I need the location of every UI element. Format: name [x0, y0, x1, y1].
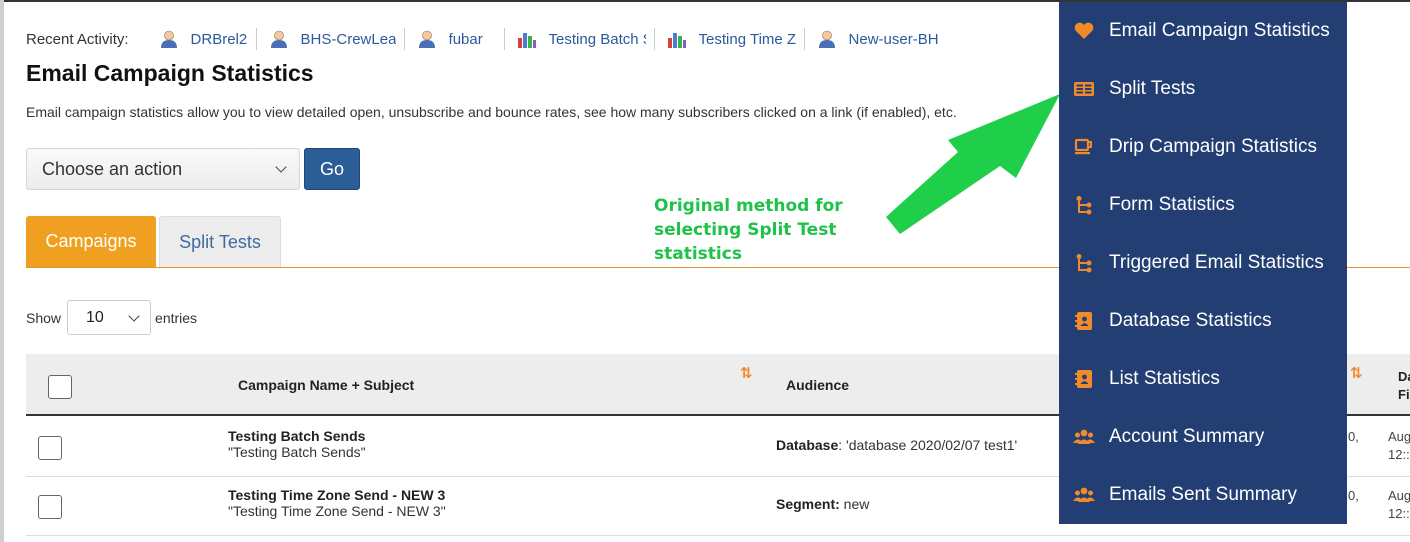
- header-date-partial[interactable]: Da Fi: [1398, 368, 1410, 404]
- campaign-subject: "Testing Batch Sends": [228, 444, 366, 460]
- users-icon: [1073, 429, 1095, 444]
- menu-item-label: Form Statistics: [1109, 194, 1235, 215]
- campaign-name: Testing Time Zone Send - NEW 3: [228, 487, 446, 503]
- recent-item-testing-time[interactable]: Testing Time Z: [667, 28, 805, 50]
- chevron-down-icon: [275, 161, 287, 173]
- row-date-line: Aug: [1388, 488, 1410, 503]
- audience-type: Segment:: [776, 496, 840, 512]
- recent-item-testing-batch[interactable]: Testing Batch S: [517, 28, 655, 50]
- recent-item-label: DRBrel2: [190, 30, 248, 48]
- users-icon: [1073, 487, 1095, 502]
- show-label: Show: [26, 309, 62, 326]
- entries-length-select[interactable]: 10: [67, 300, 152, 335]
- audience-cell: Database: 'database 2020/02/07 test1': [776, 437, 1017, 453]
- statistics-menu: Email Campaign Statistics Split Tests Dr…: [1059, 2, 1347, 524]
- flow-icon: [1076, 254, 1092, 273]
- row-date-line: Aug: [1388, 429, 1410, 444]
- entries-label: entries: [155, 309, 198, 326]
- tab-campaigns[interactable]: Campaigns: [26, 216, 156, 267]
- bar-chart-icon: [517, 33, 536, 48]
- menu-item-database-statistics[interactable]: Database Statistics: [1059, 292, 1347, 350]
- annotation-arrow-icon: [886, 94, 1060, 234]
- header-campaign-name[interactable]: Campaign Name + Subject: [238, 377, 414, 393]
- menu-item-list-statistics[interactable]: List Statistics: [1059, 350, 1347, 408]
- row-date-line: 12::: [1388, 447, 1410, 462]
- menu-item-label: Account Summary: [1109, 426, 1265, 447]
- menu-item-label: Emails Sent Summary: [1109, 484, 1297, 505]
- row-tail-a: 0,: [1348, 429, 1359, 444]
- audience-type: Database: [776, 437, 839, 453]
- campaign-cell[interactable]: Testing Batch Sends "Testing Batch Sends…: [228, 428, 366, 460]
- menu-item-label: Drip Campaign Statistics: [1109, 136, 1318, 157]
- bar-chart-icon: [667, 33, 686, 48]
- menu-item-email-campaign-statistics[interactable]: Email Campaign Statistics: [1059, 2, 1347, 60]
- annotation-line: Original method for: [654, 196, 843, 216]
- menu-item-label: Email Campaign Statistics: [1109, 20, 1330, 41]
- menu-item-form-statistics[interactable]: Form Statistics: [1059, 176, 1347, 234]
- header-date-line: Fi: [1398, 387, 1410, 402]
- menu-item-drip-campaign-statistics[interactable]: Drip Campaign Statistics: [1059, 118, 1347, 176]
- action-select[interactable]: Choose an action: [26, 148, 300, 190]
- header-date-line: Da: [1398, 369, 1410, 384]
- user-icon: [270, 30, 287, 48]
- campaign-subject: "Testing Time Zone Send - NEW 3": [228, 503, 446, 519]
- left-border: [0, 0, 4, 542]
- row-date: Aug 12::: [1388, 487, 1410, 523]
- menu-item-label: Database Statistics: [1109, 310, 1272, 331]
- page-title: Email Campaign Statistics: [26, 60, 314, 86]
- recent-item-drbrel2[interactable]: DRBrel2: [159, 28, 257, 50]
- menu-item-account-summary[interactable]: Account Summary: [1059, 408, 1347, 466]
- recent-item-new-user[interactable]: New-user-BHS: [817, 28, 947, 50]
- campaign-name: Testing Batch Sends: [228, 428, 366, 444]
- row-tail-a: 0,: [1348, 488, 1359, 503]
- annotation-line: statistics: [654, 244, 742, 264]
- recent-item-bhs-crewlead[interactable]: BHS-CrewLeac: [269, 28, 405, 50]
- menu-item-label: Split Tests: [1109, 78, 1196, 99]
- row-checkbox[interactable]: [38, 436, 62, 460]
- recent-item-label: New-user-BHS: [848, 30, 939, 48]
- recent-item-label: Testing Time Z: [698, 30, 796, 48]
- row-checkbox[interactable]: [38, 495, 62, 519]
- select-all-checkbox[interactable]: [48, 375, 72, 399]
- recent-item-fubar[interactable]: fubar: [417, 28, 505, 50]
- chevron-down-icon: [128, 309, 140, 322]
- menu-item-emails-sent-summary[interactable]: Emails Sent Summary: [1059, 466, 1347, 524]
- row-date-line: 12::: [1388, 506, 1410, 521]
- page-description: Email campaign statistics allow you to v…: [26, 104, 957, 120]
- user-icon: [418, 30, 435, 48]
- coffee-cup-icon: [1074, 138, 1092, 155]
- header-audience[interactable]: Audience: [786, 377, 849, 393]
- recent-item-label: BHS-CrewLeac: [300, 30, 396, 48]
- row-date: Aug 12::: [1388, 428, 1410, 464]
- audience-value: : 'database 2020/02/07 test1': [838, 437, 1018, 453]
- recent-activity-label: Recent Activity:: [26, 30, 129, 48]
- address-book-icon: [1075, 312, 1092, 330]
- sort-icon[interactable]: ⇅: [1350, 364, 1363, 382]
- tab-split-tests[interactable]: Split Tests: [159, 216, 281, 267]
- recent-item-label: Testing Batch S: [548, 30, 646, 48]
- audience-cell: Segment: new: [776, 496, 869, 512]
- go-button[interactable]: Go: [304, 148, 360, 190]
- recent-item-label: fubar: [448, 30, 483, 48]
- annotation-line: selecting Split Test: [654, 220, 837, 240]
- sort-icon[interactable]: ⇅: [740, 364, 753, 382]
- campaign-cell[interactable]: Testing Time Zone Send - NEW 3 "Testing …: [228, 487, 446, 519]
- audience-value: new: [839, 496, 870, 512]
- entries-length-value: 10: [86, 308, 104, 326]
- user-icon: [818, 30, 835, 48]
- recent-activity-bar: Recent Activity: DRBrel2 BHS-CrewLeac fu…: [26, 28, 959, 50]
- user-icon: [160, 30, 177, 48]
- show-entries: Show 10 entries: [26, 300, 197, 335]
- flow-icon: [1076, 196, 1092, 215]
- app-root: Recent Activity: DRBrel2 BHS-CrewLeac fu…: [0, 0, 1410, 542]
- menu-item-split-tests[interactable]: Split Tests: [1059, 60, 1347, 118]
- heart-icon: [1074, 22, 1094, 39]
- menu-item-label: Triggered Email Statistics: [1109, 252, 1324, 273]
- menu-item-label: List Statistics: [1109, 368, 1220, 389]
- columns-icon: [1074, 82, 1094, 96]
- menu-item-triggered-email-statistics[interactable]: Triggered Email Statistics: [1059, 234, 1347, 292]
- annotation-text: Original method for selecting Split Test…: [654, 194, 843, 266]
- action-select-value: Choose an action: [42, 158, 183, 179]
- address-book-icon: [1075, 370, 1092, 388]
